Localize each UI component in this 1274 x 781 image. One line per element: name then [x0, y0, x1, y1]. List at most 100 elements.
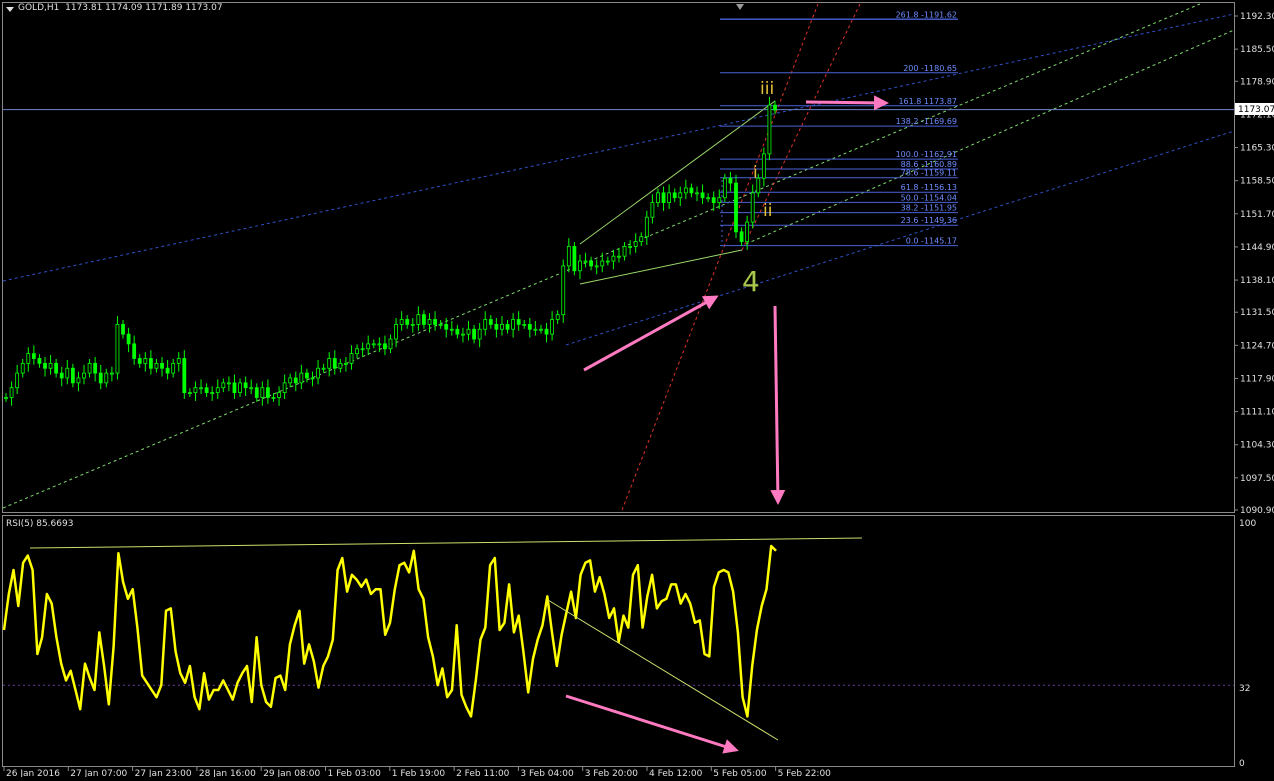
price-tick-label: 1192.30: [1240, 12, 1274, 22]
price-candle-body: [31, 353, 36, 359]
price-candle-body: [745, 221, 750, 242]
arrow-layer: [565, 95, 889, 754]
price-candle-body: [511, 319, 515, 330]
fib-level-label: 38.2 -1151.95: [901, 204, 957, 213]
price-tick-label: 1158.50: [1240, 177, 1274, 187]
arrow-pink-down: [770, 305, 786, 505]
price-tick-label: 1138.10: [1240, 276, 1274, 286]
price-candle-body: [182, 358, 187, 393]
symbol-dropdown-icon[interactable]: [6, 7, 14, 12]
price-candle-body: [722, 177, 727, 199]
price-candle-body: [561, 265, 566, 316]
price-candle-body: [76, 377, 81, 384]
price-candle-body: [338, 362, 343, 369]
price-candle-body: [132, 343, 137, 359]
price-candle-body: [583, 260, 588, 263]
price-candle-body: [539, 328, 543, 331]
rsi-indicator-label: RSI(5) 85.6693: [6, 519, 74, 529]
price-candle-body: [104, 372, 109, 384]
chart-header: GOLD,H1 1173.81 1174.09 1171.89 1173.07: [18, 3, 223, 13]
price-candle-body: [734, 182, 738, 233]
price-candle-body: [555, 314, 560, 320]
price-candle-body: [254, 387, 259, 398]
price-chart[interactable]: 261.8 -1191.62 200 -1180.65 161.8 1173.87 1…: [0, 0, 1274, 779]
price-candle-body: [121, 323, 125, 335]
price-candle-body: [37, 358, 42, 364]
price-candle-body: [667, 192, 672, 203]
price-tick-label: 1124.70: [1240, 341, 1274, 351]
price-candle-body: [366, 343, 371, 350]
price-candle-body: [48, 362, 53, 369]
price-candle-body: [589, 260, 594, 267]
rsi-level-32: 32: [1239, 684, 1250, 694]
price-candle-body: [9, 387, 14, 398]
price-tick-label: 1111.10: [1240, 408, 1274, 418]
price-candle-body: [605, 260, 610, 263]
price-candle-body: [488, 319, 493, 325]
price-candle-body: [739, 231, 744, 242]
channel-green-long: [2, 3, 1201, 509]
price-candle-body: [728, 177, 733, 184]
time-tick-label: 28 Jan 16:00: [199, 769, 256, 777]
time-tick-label: 5 Feb 05:00: [713, 769, 767, 777]
time-tick-label: 4 Feb 12:00: [649, 769, 703, 777]
price-candle-body: [611, 255, 616, 262]
channel-solid-lower: [579, 249, 743, 285]
price-candle-body: [204, 387, 209, 393]
arrow-pink-rsi: [565, 694, 739, 754]
fib-level-label: 78.6 -1159.11: [901, 169, 957, 178]
price-tick-label: 1117.90: [1240, 374, 1274, 384]
fib-level-label: 100.0 -1162.91: [896, 150, 957, 159]
fib-level-label: 23.6 -1149.36: [901, 216, 957, 225]
arrow-pink-right: [805, 95, 889, 111]
time-tick-label: 27 Jan 23:00: [135, 769, 192, 777]
wave-label-ii: ii: [763, 201, 772, 221]
price-candle-body: [109, 372, 114, 375]
price-candle-body: [678, 192, 683, 199]
price-candle-body: [371, 343, 376, 346]
price-candle-body: [126, 333, 131, 345]
price-candle-body: [600, 260, 605, 267]
price-candle-body: [388, 338, 393, 350]
price-candle-body: [689, 187, 694, 194]
price-candle-body: [466, 328, 471, 335]
price-candle-body: [527, 323, 532, 330]
price-candle-body: [427, 319, 432, 325]
price-candle-body: [594, 265, 599, 268]
price-candle-body: [516, 319, 521, 325]
price-candle-body: [4, 397, 8, 399]
price-candle-body: [65, 367, 70, 379]
chart-shift-marker[interactable]: [736, 4, 744, 10]
price-candle-body: [115, 323, 120, 374]
price-candle-body: [199, 387, 203, 390]
price-candle-body: [399, 319, 404, 325]
price-candle-body: [349, 353, 354, 364]
price-tick-label: 1165.30: [1240, 144, 1274, 154]
price-candle-body: [87, 362, 92, 374]
time-tick-label: 5 Feb 22:00: [778, 769, 832, 777]
symbol-name: GOLD,H1: [18, 3, 60, 13]
rsi-series: [2, 537, 1234, 741]
price-tick-label: 1185.50: [1240, 45, 1274, 55]
price-candle-body: [773, 104, 777, 111]
price-candle-body: [566, 246, 571, 267]
chart-window[interactable]: 261.8 -1191.62 200 -1180.65 161.8 1173.87 1…: [0, 0, 1274, 779]
price-candle-body: [327, 358, 332, 369]
fib-level-label: 138.2 -1169.69: [896, 117, 957, 126]
price-tick-label: 1151.70: [1240, 210, 1274, 220]
time-tick-label: 27 Jan 07:00: [70, 769, 127, 777]
fib-level-label: 261.8 -1191.62: [896, 10, 957, 19]
trendline-red-inner: [741, 3, 861, 251]
wave-label-4: 4: [742, 265, 760, 298]
price-candle-body: [160, 362, 164, 369]
price-tick-label: 1178.90: [1240, 77, 1274, 87]
price-candle-body: [522, 323, 527, 326]
price-candle-body: [305, 372, 309, 379]
price-candle-body: [767, 104, 772, 155]
wave-label-iii: iii: [760, 79, 774, 99]
price-candle-body: [93, 362, 98, 374]
price-candle-body: [633, 241, 638, 247]
price-candle-body: [221, 382, 226, 389]
ohlc-values: 1173.81 1174.09 1171.89 1173.07: [65, 3, 223, 13]
wave-label-i: i: [753, 163, 758, 183]
